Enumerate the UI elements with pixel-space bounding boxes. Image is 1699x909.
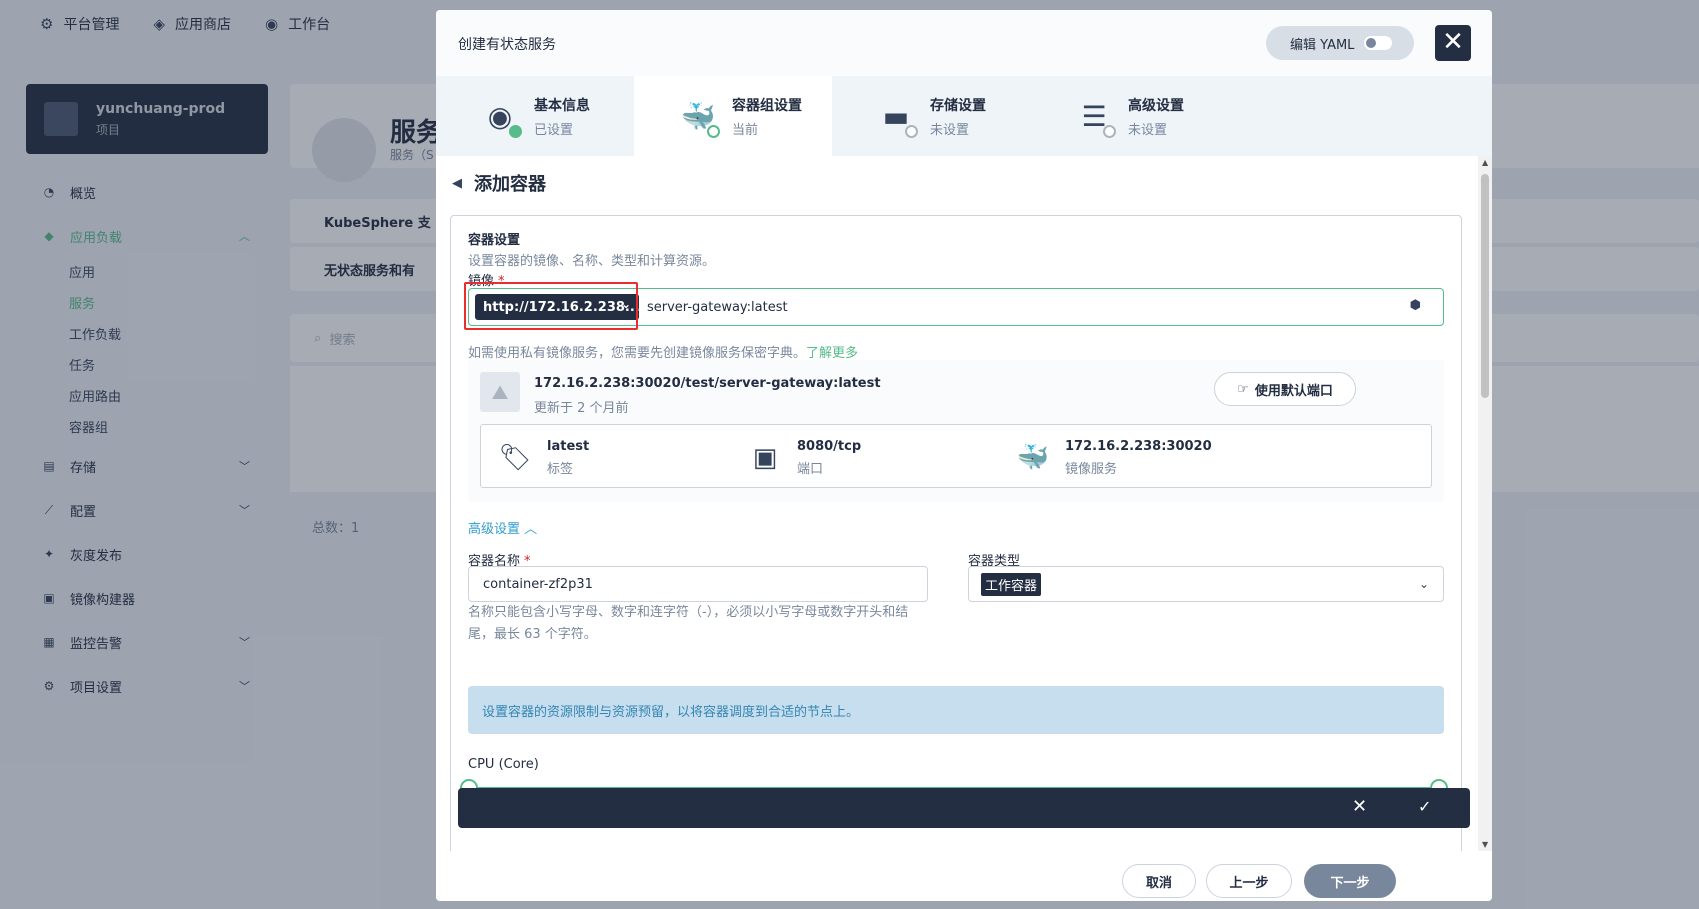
sliders-icon: ☰ — [1074, 96, 1116, 138]
step-pending-indicator — [1103, 125, 1116, 138]
disk-icon: ▬ — [876, 96, 918, 138]
container-action-bar: ✕ ✓ — [458, 788, 1470, 828]
container-type-select[interactable]: 工作容器 ⌄ — [968, 566, 1444, 602]
scrollbar-thumb[interactable] — [1481, 174, 1489, 398]
step-current-indicator — [707, 125, 720, 138]
cube-icon[interactable]: ⬢ — [1410, 298, 1421, 313]
step-pending-indicator — [905, 125, 918, 138]
use-default-port-button[interactable]: ☞ 使用默认端口 — [1214, 372, 1356, 406]
info-registry: 🐳 172.16.2.238:30020 镜像服务 — [1016, 439, 1212, 477]
close-icon[interactable]: ✕ — [1352, 796, 1367, 817]
next-button[interactable]: 下一步 — [1304, 864, 1396, 898]
target-icon: ◉ — [480, 96, 522, 138]
chevron-down-icon: ⌄ — [1418, 577, 1429, 591]
edit-yaml-toggle[interactable]: 编辑 YAML — [1266, 26, 1414, 60]
tag-icon: 🏷 — [498, 443, 532, 473]
close-button[interactable]: ✕ — [1435, 25, 1471, 61]
advanced-settings-toggle[interactable]: 高级设置 ︿ — [468, 518, 537, 537]
docker-icon: 🐳 — [1016, 443, 1050, 473]
chevron-up-icon: ︿ — [524, 522, 538, 537]
hand-icon: ☞ — [1237, 381, 1249, 397]
cancel-button[interactable]: 取消 — [1122, 864, 1196, 898]
modal-header: 创建有状态服务 编辑 YAML ✕ — [436, 10, 1492, 76]
modal-footer: 取消 上一步 下一步 — [436, 851, 1492, 901]
highlight-box — [464, 282, 638, 330]
scrollbar[interactable]: ▲ ▼ — [1478, 156, 1492, 851]
learn-more-link[interactable]: 了解更多 — [806, 346, 858, 361]
create-stateful-service-modal: 创建有状态服务 编辑 YAML ✕ ◉ 基本信息 已设置 🐳 容器组设置 当前 ▬ … — [436, 10, 1492, 901]
container-name-hint: 名称只能包含小写字母、数字和连字符（-），必须以小写字母或数字开头和结尾，最长 … — [468, 605, 909, 642]
step-done-indicator — [509, 125, 522, 138]
resource-notice: 设置容器的资源限制与资源预留，以将容器调度到合适的节点上。 — [468, 686, 1444, 734]
scroll-up-icon[interactable]: ▲ — [1482, 158, 1488, 167]
image-full-name: 172.16.2.238:30020/test/server-gateway:l… — [534, 376, 881, 391]
info-port: ▣ 8080/tcp 端口 — [747, 439, 861, 477]
step-advanced-settings[interactable]: ☰ 高级设置 未设置 — [1030, 76, 1228, 156]
docker-icon: 🐳 — [678, 96, 720, 138]
wizard-steps: ◉ 基本信息 已设置 🐳 容器组设置 当前 ▬ 存储设置 未设置 ☰ 高级设置 未设置 — [436, 76, 1492, 156]
step-pod-settings[interactable]: 🐳 容器组设置 当前 — [634, 76, 832, 156]
image-detail-panel: ⛰ 172.16.2.238:30020/test/server-gateway… — [468, 360, 1444, 502]
image-name-value: server-gateway:latest — [647, 299, 788, 315]
scroll-down-icon[interactable]: ▼ — [1482, 840, 1488, 849]
cpu-label: CPU (Core) — [468, 757, 539, 772]
private-registry-hint: 如需使用私有镜像服务，您需要先创建镜像服务保密字典。了解更多 — [468, 346, 859, 361]
image-updated: 更新于 2 个月前 — [534, 401, 629, 416]
modal-title: 创建有状态服务 — [458, 37, 556, 53]
image-icon: ⛰ — [480, 372, 520, 412]
info-tag: 🏷 latest 标签 — [498, 439, 590, 477]
ethernet-port-icon: ▣ — [752, 443, 778, 473]
back-arrow-icon: ◀ — [452, 175, 462, 191]
section-desc: 设置容器的镜像、名称、类型和计算资源。 — [468, 254, 716, 269]
section-title: 容器设置 — [468, 233, 521, 248]
image-info-box: 🏷 latest 标签 ▣ 8080/tcp 端口 🐳 172.16.2.238:3002… — [480, 424, 1432, 488]
step-basic-info[interactable]: ◉ 基本信息 已设置 — [436, 76, 634, 156]
container-name-input[interactable]: container-zf2p31 — [468, 566, 928, 602]
prev-button[interactable]: 上一步 — [1206, 864, 1292, 898]
modal-body: ◀ 添加容器 容器设置 设置容器的镜像、名称、类型和计算资源。 镜像 * http:… — [436, 156, 1478, 851]
check-icon[interactable]: ✓ — [1418, 797, 1431, 816]
step-storage-settings[interactable]: ▬ 存储设置 未设置 — [832, 76, 1030, 156]
toggle-switch[interactable] — [1364, 36, 1393, 50]
back-header[interactable]: ◀ 添加容器 — [452, 170, 546, 196]
